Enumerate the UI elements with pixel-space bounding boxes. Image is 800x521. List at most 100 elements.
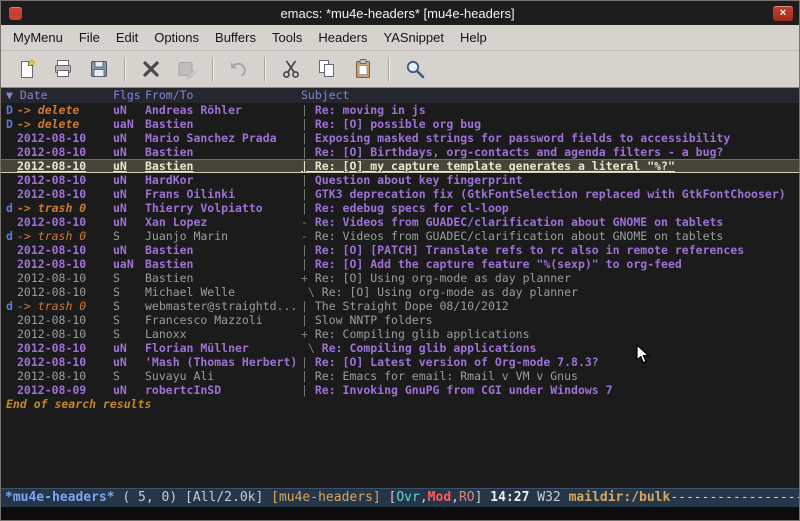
menu-item-options[interactable]: Options <box>146 27 207 48</box>
message-subject-cell: | The Straight Dope 08/10/2012 <box>301 299 799 313</box>
titlebar: emacs: *mu4e-headers* [mu4e-headers] × <box>1 1 799 25</box>
menu-item-headers[interactable]: Headers <box>310 27 375 48</box>
thread-prefix: \ <box>301 285 322 299</box>
message-date: 2012-08-10 <box>17 159 113 173</box>
menu-item-buffers[interactable]: Buffers <box>207 27 264 48</box>
menu-item-file[interactable]: File <box>71 27 108 48</box>
save-as-icon <box>176 58 198 80</box>
thread-prefix: | <box>301 299 315 313</box>
close-button[interactable]: × <box>773 6 793 21</box>
message-date: 2012-08-10 <box>17 173 113 187</box>
toolbar <box>1 51 799 88</box>
modeline-segment-buffer-name: *mu4e-headers* <box>5 490 115 505</box>
message-subject: Re: [O] Latest version of Org-mode 7.8.3… <box>315 355 599 369</box>
message-subject-cell: | Re: [O] my capture template generates … <box>301 159 799 173</box>
message-row[interactable]: 2012-08-10SSuvayu Ali| Re: Emacs for ema… <box>1 369 799 383</box>
toolbar-separator <box>212 57 214 81</box>
message-flags: uN <box>113 103 145 117</box>
message-row[interactable]: d-> trash 0SJuanjo Marin- Re: Videos fro… <box>1 229 799 243</box>
modeline-segment-plain: [All/2.0k] <box>185 490 271 505</box>
column-header-subject[interactable]: Subject <box>301 88 799 103</box>
column-header-date[interactable]: ▼ Date <box>6 88 113 103</box>
message-mark <box>6 131 17 145</box>
message-flags: S <box>113 369 145 383</box>
menu-item-edit[interactable]: Edit <box>108 27 146 48</box>
message-flags: uN <box>113 383 145 397</box>
menu-item-yasnippet[interactable]: YASnippet <box>375 27 451 48</box>
message-from: robertcInSD <box>145 383 301 397</box>
message-subject-cell: \ Re: Compiling glib applications <box>301 341 799 355</box>
message-flags: uN <box>113 187 145 201</box>
message-subject-cell: | GTK3 deprecation fix (GtkFontSelection… <box>301 187 799 201</box>
message-flags: uaN <box>113 257 145 271</box>
message-row[interactable]: D-> deleteuaNBastien| Re: [O] possible o… <box>1 117 799 131</box>
message-date: 2012-08-10 <box>17 313 113 327</box>
cut-button[interactable] <box>275 55 307 83</box>
close-button[interactable] <box>135 55 167 83</box>
message-row[interactable]: 2012-08-10uNFlorian Müllner \ Re: Compil… <box>1 341 799 355</box>
thread-prefix: | <box>301 103 315 117</box>
message-row[interactable]: D-> deleteuNAndreas Röhler| Re: moving i… <box>1 103 799 117</box>
message-flags: uN <box>113 159 145 173</box>
message-from: Bastien <box>145 271 301 285</box>
message-subject: Slow NNTP folders <box>315 313 433 327</box>
message-flags: uN <box>113 131 145 145</box>
message-date: 2012-08-10 <box>17 327 113 341</box>
print-button[interactable] <box>47 55 79 83</box>
column-header-from[interactable]: From/To <box>145 88 301 103</box>
buffer: ▼ Date Flgs From/To Subject D-> deleteuN… <box>1 88 799 488</box>
message-mark <box>6 313 17 327</box>
message-row[interactable]: 2012-08-10SLanoxx+ Re: Compiling glib ap… <box>1 327 799 341</box>
message-subject: Re: Invoking GnuPG from CGI under Window… <box>315 383 613 397</box>
message-row[interactable]: 2012-08-09uNrobertcInSD| Re: Invoking Gn… <box>1 383 799 397</box>
message-row[interactable]: d-> trash 0Swebmaster@straightd...| The … <box>1 299 799 313</box>
message-from: Francesco Mazzoli <box>145 313 301 327</box>
message-mark <box>6 341 17 355</box>
message-row[interactable]: 2012-08-10SBastien+ Re: [O] Using org-mo… <box>1 271 799 285</box>
message-date: 2012-08-10 <box>17 215 113 229</box>
toolbar-separator <box>388 57 390 81</box>
message-row[interactable]: 2012-08-10uN'Mash (Thomas Herbert)| Re: … <box>1 355 799 369</box>
paste-button[interactable] <box>347 55 379 83</box>
message-mark <box>6 355 17 369</box>
message-row[interactable]: 2012-08-10uNMario Sanchez Prada| Exposin… <box>1 131 799 145</box>
thread-prefix: | <box>301 117 315 131</box>
message-row[interactable]: 2012-08-10SMichael Welle \ Re: [O] Using… <box>1 285 799 299</box>
thread-prefix: | <box>301 355 315 369</box>
new-file-button[interactable] <box>11 55 43 83</box>
message-row[interactable]: 2012-08-10uaNBastien| Re: [O] Add the ca… <box>1 257 799 271</box>
message-mark <box>6 383 17 397</box>
message-subject: Re: [O] Birthdays, org-contacts and agen… <box>315 145 724 159</box>
message-row[interactable]: 2012-08-10uNBastien| Re: [O] [PATCH] Tra… <box>1 243 799 257</box>
message-subject: Re: [O] [PATCH] Translate refs to rc als… <box>315 243 744 257</box>
thread-prefix: | <box>301 145 315 159</box>
menu-item-tools[interactable]: Tools <box>264 27 310 48</box>
menu-item-mymenu[interactable]: MyMenu <box>5 27 71 48</box>
message-from: Florian Müllner <box>145 341 301 355</box>
message-from: Frans Oilinki <box>145 187 301 201</box>
paste-icon <box>352 58 374 80</box>
thread-prefix: \ <box>301 341 322 355</box>
message-date: 2012-08-10 <box>17 271 113 285</box>
message-row[interactable]: 2012-08-10uNXan Lopez- Re: Videos from G… <box>1 215 799 229</box>
message-subject: Re: Videos from GUADEC/clarification abo… <box>315 229 724 243</box>
app-icon[interactable] <box>9 7 22 20</box>
message-row[interactable]: 2012-08-10uNHardKor| Question about key … <box>1 173 799 187</box>
thread-prefix: + <box>301 327 315 341</box>
message-subject-cell: | Re: [O] Birthdays, org-contacts and ag… <box>301 145 799 159</box>
message-row[interactable]: 2012-08-10SFrancesco Mazzoli| Slow NNTP … <box>1 313 799 327</box>
mark-target: -> trash 0 <box>17 229 113 243</box>
message-mark <box>6 257 17 271</box>
undo-button <box>223 55 255 83</box>
search-button[interactable] <box>399 55 431 83</box>
message-row[interactable]: 2012-08-10uNBastien| Re: [O] Birthdays, … <box>1 145 799 159</box>
save-button[interactable] <box>83 55 115 83</box>
message-row[interactable]: 2012-08-10uNBastien| Re: [O] my capture … <box>1 159 799 173</box>
copy-button[interactable] <box>311 55 343 83</box>
message-mark <box>6 369 17 383</box>
echo-area[interactable] <box>1 507 799 520</box>
message-row[interactable]: d-> trash 0uNThierry Volpiatto| Re: edeb… <box>1 201 799 215</box>
message-row[interactable]: 2012-08-10uNFrans Oilinki| GTK3 deprecat… <box>1 187 799 201</box>
column-header-flags[interactable]: Flgs <box>113 88 145 103</box>
menu-item-help[interactable]: Help <box>452 27 495 48</box>
